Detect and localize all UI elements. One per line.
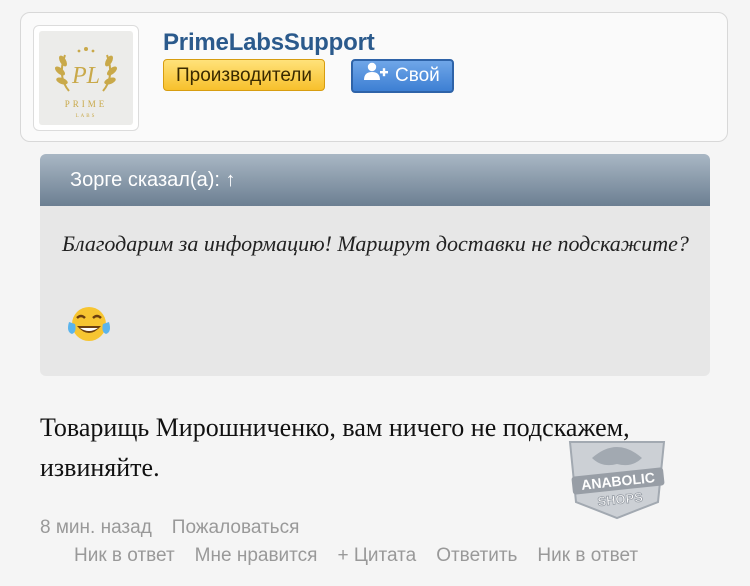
mention-link-2[interactable]: Ник в ответ xyxy=(537,545,638,567)
user-title-badge: Производители xyxy=(163,59,325,91)
post-time[interactable]: 8 мин. назад xyxy=(40,517,152,539)
avatar[interactable]: PL PRIME LABS xyxy=(33,25,139,131)
own-button[interactable]: Свой xyxy=(351,59,454,93)
add-user-icon xyxy=(363,60,389,92)
quote-link[interactable]: + Цитата xyxy=(337,545,416,567)
like-link[interactable]: Мне нравится xyxy=(195,545,318,567)
user-card: PL PRIME LABS PrimeLabsSupport Производи… xyxy=(20,12,728,142)
reply-link[interactable]: Ответить xyxy=(436,545,517,567)
username[interactable]: PrimeLabsSupport xyxy=(163,29,375,57)
report-link[interactable]: Пожаловаться xyxy=(172,517,300,539)
prime-labs-logo: PL PRIME LABS xyxy=(39,31,133,125)
logo-monogram: PL xyxy=(71,63,100,89)
quote-text: Благодарим за информацию! Маршрут достав… xyxy=(62,231,689,256)
quote-block: Зорге сказал(а): ↑ Благодарим за информа… xyxy=(40,154,710,376)
mention-link[interactable]: Ник в ответ xyxy=(74,545,175,567)
tears-of-joy-emoji-icon xyxy=(66,304,112,349)
logo-line1: PRIME xyxy=(65,99,108,109)
post-actions: Ник в ответ Мне нравится + Цитата Ответи… xyxy=(74,545,638,567)
quote-header[interactable]: Зорге сказал(а): ↑ xyxy=(40,154,710,206)
anabolic-shops-watermark: ANABOLIC SHOPS xyxy=(562,428,672,525)
own-button-label: Свой xyxy=(395,65,440,86)
logo-line2: LABS xyxy=(76,114,97,119)
post-meta: 8 мин. назад Пожаловаться xyxy=(40,517,299,539)
